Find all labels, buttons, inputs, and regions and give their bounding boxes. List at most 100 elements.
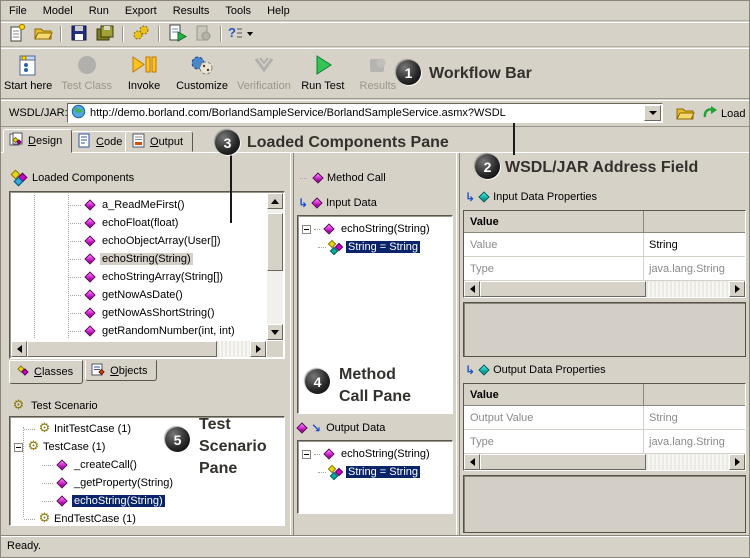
menu-model[interactable]: Model <box>35 1 81 21</box>
callout-2-leader-line <box>513 123 515 155</box>
parameter-icon <box>328 240 343 254</box>
tree-item-echostring-selected[interactable]: echoString(String) <box>14 492 280 510</box>
table-row[interactable]: Type java.lang.String <box>464 430 745 454</box>
menu-help[interactable]: Help <box>259 1 298 21</box>
invoke-icon <box>131 51 157 80</box>
pane-splitter[interactable] <box>290 153 294 537</box>
scrollbar-track[interactable] <box>646 281 729 297</box>
tree-item-method[interactable]: echoStringArray(String[]) <box>12 268 266 286</box>
menu-file[interactable]: File <box>1 1 35 21</box>
menu-export[interactable]: Export <box>117 1 165 21</box>
new-document-button[interactable] <box>4 23 30 45</box>
start-here-icon <box>15 51 41 80</box>
scroll-right-button[interactable] <box>729 281 745 297</box>
scrollbar-track[interactable] <box>646 454 729 470</box>
code-icon <box>77 133 92 151</box>
address-dropdown-button[interactable] <box>644 105 661 121</box>
tree-item-method[interactable]: echoFloat(float) <box>12 214 266 232</box>
tree-item-label: _createCall() <box>72 459 139 471</box>
scroll-right-button[interactable] <box>729 454 745 470</box>
tree-item-input-param-selected[interactable]: String = String <box>302 238 450 256</box>
callout-2-label: WSDL/JAR Address Field <box>505 157 698 179</box>
tab-output[interactable]: Output <box>125 131 193 152</box>
tab-design[interactable]: Design <box>3 129 72 153</box>
output-arrow-icon: ↘ <box>311 422 321 434</box>
scroll-left-button[interactable] <box>464 454 480 470</box>
pane-splitter[interactable] <box>456 153 460 537</box>
menu-bar: File Model Run Export Results Tools Help <box>1 1 749 21</box>
scrollbar-thumb[interactable] <box>27 341 217 357</box>
workflow-customize[interactable]: Customize <box>176 51 228 92</box>
results-report-button-disabled[interactable] <box>190 23 216 45</box>
scroll-left-button[interactable] <box>11 341 27 357</box>
horizontal-scrollbar[interactable] <box>11 341 266 357</box>
browse-file-button[interactable] <box>672 104 698 124</box>
wsdl-address-input[interactable]: http://demo.borland.com/BorlandSampleSer… <box>67 103 663 123</box>
menu-tools[interactable]: Tools <box>217 1 259 21</box>
scroll-left-button[interactable] <box>464 281 480 297</box>
horizontal-scrollbar[interactable] <box>464 281 745 297</box>
tree-item-method[interactable]: getRandomNumber(int, int) <box>12 322 266 340</box>
workflow-run-test[interactable]: Run Test <box>300 51 346 92</box>
input-data-diamond-icon <box>311 197 322 208</box>
scrollbar-thumb[interactable] <box>480 454 646 470</box>
wsdl-address-value: http://demo.borland.com/BorlandSampleSer… <box>90 107 640 119</box>
run-test-icon <box>310 51 336 80</box>
column-header-value: Value <box>464 211 644 232</box>
workflow-test-class[interactable]: Test Class <box>61 51 112 92</box>
tree-item-method[interactable]: getNowAsShortString() <box>12 304 266 322</box>
menu-run[interactable]: Run <box>81 1 117 21</box>
help-menu-button[interactable]: ? <box>226 23 252 45</box>
tree-item-output-root[interactable]: echoString(String) <box>302 445 450 463</box>
workflow-results[interactable]: Results <box>355 51 401 92</box>
tree-item-method[interactable]: getNowAsDate() <box>12 286 266 304</box>
property-name: Type <box>464 257 644 280</box>
save-button[interactable] <box>66 23 92 45</box>
horizontal-scrollbar[interactable] <box>464 454 745 470</box>
input-arrow-icon: ↳ <box>465 191 475 203</box>
menu-results[interactable]: Results <box>165 1 218 21</box>
tab-classes[interactable]: Classes <box>9 360 83 384</box>
collapse-expander-icon[interactable] <box>14 443 23 452</box>
tree-item-method[interactable]: a_ReadMeFirst() <box>12 196 266 214</box>
table-row[interactable]: Type java.lang.String <box>464 257 745 281</box>
scrollbar-thumb[interactable] <box>267 213 283 271</box>
open-folder-icon <box>33 23 53 46</box>
scroll-up-button[interactable] <box>267 193 283 209</box>
method-diamond-icon <box>56 477 67 488</box>
property-value[interactable]: String <box>644 233 745 256</box>
collapse-expander-icon[interactable] <box>302 225 311 234</box>
workflow-invoke[interactable]: Invoke <box>121 51 167 92</box>
tree-item-method-selected[interactable]: echoString(String) <box>12 250 266 268</box>
scrollbar-track[interactable] <box>217 341 250 357</box>
address-row: WSDL/JAR: http://demo.borland.com/Borlan… <box>1 100 749 127</box>
tree-item-output-param-selected[interactable]: String = String <box>302 463 450 481</box>
save-all-button[interactable] <box>92 23 118 45</box>
tab-objects[interactable]: Objects <box>85 360 157 381</box>
test-class-icon <box>74 51 100 80</box>
scrollbar-thumb[interactable] <box>480 281 646 297</box>
table-row[interactable]: Output Value String <box>464 406 745 430</box>
collapse-expander-icon[interactable] <box>302 450 311 459</box>
callout-3-label: Loaded Components Pane <box>247 132 449 154</box>
tab-code[interactable]: Code <box>71 131 132 152</box>
open-button[interactable] <box>30 23 56 45</box>
help-sort-icon: ? <box>225 23 245 46</box>
settings-button[interactable] <box>128 23 154 45</box>
scroll-right-button[interactable] <box>250 341 266 357</box>
tree-item-end-testcase[interactable]: ⚙EndTestCase (1) <box>14 510 280 528</box>
workflow-verification[interactable]: Verification <box>237 51 291 92</box>
vertical-scrollbar[interactable] <box>267 193 283 340</box>
tree-item-input-root[interactable]: echoString(String) <box>302 220 450 238</box>
tree-item-method[interactable]: echoObjectArray(User[]) <box>12 232 266 250</box>
loaded-components-icon <box>11 171 27 185</box>
table-row[interactable]: Value String <box>464 233 745 257</box>
export-report-button[interactable] <box>164 23 190 45</box>
workflow-start-here[interactable]: Start here <box>4 51 52 92</box>
gear-icon: ⚙ <box>26 440 41 454</box>
method-diamond-icon <box>84 271 95 282</box>
scroll-down-button[interactable] <box>267 324 283 340</box>
toolbar: ? <box>1 22 749 47</box>
globe-icon <box>71 104 86 122</box>
load-button[interactable]: Load <box>702 105 745 123</box>
